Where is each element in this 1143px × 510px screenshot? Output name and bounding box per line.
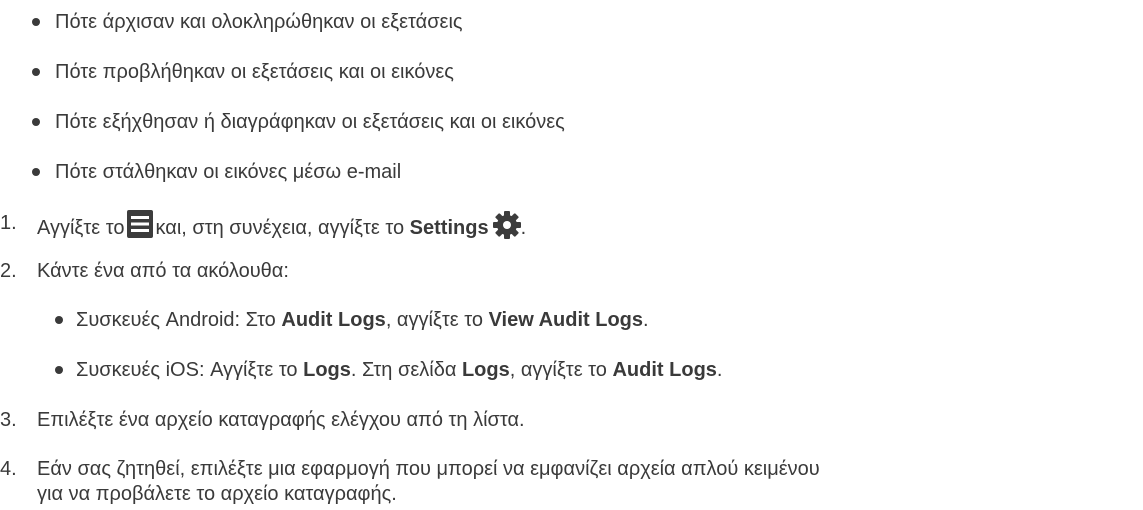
- step-number-1: 1.: [0, 212, 17, 234]
- step-2-text: Κάντε ένα από τα ακόλουθα:: [37, 260, 289, 282]
- step-1-pre: Αγγίξτε το: [37, 217, 125, 239]
- step-number-4: 4.: [0, 458, 17, 480]
- bullet-item-4: Πότε στάλθηκαν οι εικόνες μέσω e-mail: [55, 161, 402, 183]
- ios-text-4: .: [716, 359, 723, 381]
- step-1-mid: και, στη συνέχεια, αγγίξτε το: [155, 217, 405, 239]
- step-4-line-1: Εάν σας ζητηθεί, επιλέξτε μια εφαρμογή π…: [37, 458, 820, 480]
- logs-page-label: Logs: [461, 359, 510, 381]
- step-number-2: 2.: [0, 260, 17, 282]
- step-1-text: Αγγίξτε το και, στη συνέχεια, αγγίξτε το …: [37, 210, 526, 241]
- android-text-3: .: [643, 309, 649, 331]
- android-text-2: , αγγίξτε το: [385, 309, 489, 331]
- bullet-dot: [32, 18, 40, 26]
- bullet-dot: [55, 316, 63, 324]
- bullet-item-1: Πότε άρχισαν και ολοκληρώθηκαν οι εξετάσ…: [55, 11, 463, 33]
- android-text-1: Συσκευές Android: Στο: [76, 309, 282, 331]
- ios-text-2: . Στη σελίδα: [350, 359, 462, 381]
- step-2-sub-android: Συσκευές Android: Στο Audit Logs, αγγίξτ…: [76, 307, 649, 333]
- ios-audit-logs-label: Audit Logs: [612, 359, 717, 381]
- step-2-sub-ios: Συσκευές iOS: Αγγίξτε το Logs. Στη σελίδ…: [76, 357, 722, 383]
- menu-icon: [126, 210, 153, 238]
- bullet-item-3: Πότε εξήχθησαν ή διαγράφηκαν οι εξετάσει…: [55, 111, 565, 133]
- ios-text-3: , αγγίξτε το: [509, 359, 613, 381]
- settings-label: Settings: [409, 217, 489, 239]
- logs-label: Logs: [303, 359, 351, 381]
- gear-icon: [492, 211, 521, 239]
- step-3-text: Επιλέξτε ένα αρχείο καταγραφής ελέγχου α…: [37, 409, 525, 431]
- bullet-dot: [55, 366, 63, 374]
- step-4-line-2: για να προβάλετε το αρχείο καταγραφής.: [37, 483, 397, 505]
- view-audit-logs-label: View Audit Logs: [488, 309, 644, 331]
- step-1-post: .: [520, 217, 527, 239]
- ios-text-1: Συσκευές iOS: Αγγίξτε το: [76, 359, 304, 381]
- bullet-dot: [32, 168, 40, 176]
- step-number-3: 3.: [0, 409, 17, 431]
- audit-logs-label: Audit Logs: [281, 309, 386, 331]
- bullet-dot: [32, 118, 40, 126]
- bullet-dot: [32, 68, 40, 76]
- bullet-item-2: Πότε προβλήθηκαν οι εξετάσεις και οι εικ…: [55, 61, 454, 83]
